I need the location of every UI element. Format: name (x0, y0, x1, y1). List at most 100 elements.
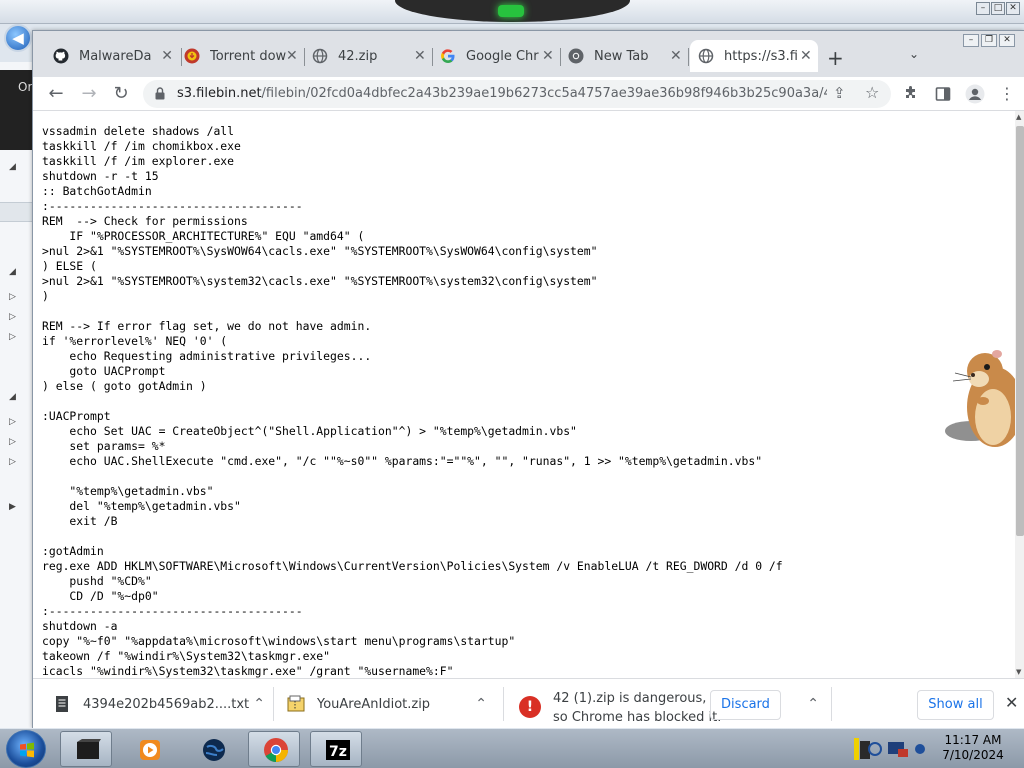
download-item-txt[interactable]: 4394e202b4569ab2....txt ⌃ (55, 679, 265, 729)
close-downloads-bar-icon[interactable]: ✕ (1005, 693, 1018, 712)
bookmark-star-icon[interactable]: ☆ (865, 83, 879, 102)
code-line: exit /B (42, 514, 118, 528)
chrome-icon (264, 738, 288, 763)
browser-toolbar: ← → ↻ s3.filebin.net/filebin/02fcd0a4dbf… (33, 77, 1024, 111)
code-line: taskkill /f /im chomikbox.exe (42, 139, 241, 153)
taskbar-globe-button[interactable] (186, 731, 238, 767)
divider (503, 687, 504, 721)
expand-arrow-icon[interactable]: ▷ (9, 312, 16, 322)
scroll-up-icon[interactable]: ▲ (1016, 113, 1021, 121)
forward-icon[interactable]: → (77, 82, 101, 106)
download-options-chevron-icon[interactable]: ⌃ (807, 696, 819, 712)
expand-arrow-icon[interactable]: ▷ (9, 292, 16, 302)
expand-arrow-icon[interactable]: ▷ (9, 332, 16, 342)
close-tab-icon[interactable]: ✕ (542, 48, 554, 64)
reload-icon[interactable]: ↻ (109, 82, 133, 106)
background-titlebar: – □ ✕ (0, 0, 1024, 24)
url-domain: s3.filebin.net (177, 86, 262, 101)
close-tab-icon[interactable]: ✕ (800, 48, 812, 64)
divider (273, 687, 274, 721)
expand-arrow-icon[interactable]: ◢ (9, 162, 16, 172)
chrome-window-controls: – ❐ ✕ (963, 34, 1015, 47)
show-all-downloads-button[interactable]: Show all (917, 690, 994, 720)
taskbar-chrome-button[interactable] (248, 731, 300, 767)
url-text[interactable]: s3.filebin.net/filebin/02fcd0a4dbfec2a43… (177, 86, 827, 101)
expand-arrow-icon[interactable]: ▷ (9, 437, 16, 447)
expand-arrow-icon[interactable]: ◢ (9, 267, 16, 277)
close-tab-icon[interactable]: ✕ (414, 48, 426, 64)
tab-torrent-download[interactable]: Torrent dow ✕ (176, 40, 305, 72)
background-dark-panel: Or (0, 70, 33, 150)
torrent-icon (184, 48, 200, 64)
maximize-icon[interactable]: □ (991, 2, 1005, 15)
close-tab-icon[interactable]: ✕ (286, 48, 298, 64)
download-filename: YouAreAnIdiot.zip (317, 696, 431, 712)
download-item-zip[interactable]: YouAreAnIdiot.zip ⌃ (287, 679, 487, 729)
code-line: REM --> Check for permissions (42, 214, 248, 228)
minimize-icon[interactable]: – (976, 2, 990, 15)
profile-avatar-icon[interactable] (965, 84, 985, 104)
expand-arrow-icon[interactable]: ◢ (9, 392, 16, 402)
tab-title: Google Chr (466, 48, 539, 64)
batch-file-text: vssadmin delete shadows /all taskkill /f … (42, 124, 783, 678)
windows-logo-icon (20, 742, 34, 758)
tray-icons[interactable] (840, 735, 930, 763)
tab-google-chrome[interactable]: Google Chr ✕ (432, 40, 561, 72)
address-bar[interactable]: s3.filebin.net/filebin/02fcd0a4dbfec2a43… (143, 80, 891, 108)
close-tab-icon[interactable]: ✕ (161, 48, 173, 64)
share-icon[interactable]: ⇪ (833, 84, 846, 102)
tab-active-filebin[interactable]: https://s3.fi ✕ (690, 40, 818, 72)
tab-search-button[interactable]: ⌄ (909, 47, 919, 61)
vertical-scrollbar[interactable]: ▲ ▼ (1015, 111, 1024, 678)
chrome-icon (568, 48, 584, 64)
tab-new-tab[interactable]: New Tab ✕ (560, 40, 689, 72)
scroll-thumb[interactable] (1016, 126, 1024, 536)
extensions-puzzle-icon[interactable] (903, 86, 919, 102)
expand-arrow-icon[interactable]: ▷ (9, 417, 16, 427)
code-line: >nul 2>&1 "%SYSTEMROOT%\SysWOW64\cacls.e… (42, 244, 598, 258)
code-line: copy "%~f0" "%appdata%\microsoft\windows… (42, 634, 516, 648)
close-icon[interactable]: ✕ (999, 34, 1015, 47)
expand-arrow-icon[interactable]: ▷ (9, 457, 16, 467)
svg-text:7z: 7z (329, 744, 347, 760)
expand-arrow-icon[interactable]: ▶ (9, 502, 16, 512)
divider (831, 687, 832, 721)
code-line: REM --> If error flag set, we do not hav… (42, 319, 372, 333)
tab-malwaredatabase[interactable]: MalwareDa ✕ (45, 40, 182, 72)
back-icon[interactable]: ← (44, 82, 68, 106)
download-options-chevron-icon[interactable]: ⌃ (253, 696, 265, 712)
background-window-controls: – □ ✕ (976, 2, 1020, 15)
close-icon[interactable]: ✕ (1006, 2, 1020, 15)
taskbar-media-player-button[interactable] (122, 731, 174, 767)
system-clock[interactable]: 11:17 AM 7/10/2024 (930, 733, 1016, 763)
menu-kebab-icon[interactable]: ⋮ (995, 82, 1019, 106)
code-line: set params= %* (42, 439, 166, 453)
blocked-download-options[interactable]: ⌃ (799, 679, 819, 729)
download-options-chevron-icon[interactable]: ⌃ (475, 696, 487, 712)
discard-button[interactable]: Discard (710, 690, 781, 720)
tab-42zip[interactable]: 42.zip ✕ (304, 40, 433, 72)
tab-title: MalwareDa (79, 48, 152, 64)
globe-icon (312, 48, 328, 64)
start-button[interactable] (6, 730, 46, 768)
code-line: shutdown -a (42, 619, 118, 633)
tab-title: New Tab (594, 48, 649, 64)
minimize-icon[interactable]: – (963, 34, 979, 47)
new-tab-button[interactable]: + (827, 46, 844, 70)
restore-icon[interactable]: ❐ (981, 34, 997, 47)
lock-icon[interactable] (155, 87, 165, 100)
scroll-down-icon[interactable]: ▼ (1016, 668, 1021, 676)
side-panel-icon[interactable] (935, 86, 951, 102)
code-line: pushd "%CD%" (42, 574, 152, 588)
taskbar-app-button[interactable] (60, 731, 112, 767)
tab-title: Torrent dow (210, 48, 286, 64)
code-line: :------------------------------------- (42, 199, 303, 213)
back-arrow-icon[interactable]: ◀ (4, 24, 32, 52)
desktop-gadget (395, 0, 630, 22)
close-tab-icon[interactable]: ✕ (670, 48, 682, 64)
tab-title: https://s3.fi (724, 48, 798, 64)
dancing-hamster-image (945, 350, 1015, 447)
taskbar-7zip-button[interactable]: 7z (310, 731, 362, 767)
google-icon (441, 49, 455, 63)
